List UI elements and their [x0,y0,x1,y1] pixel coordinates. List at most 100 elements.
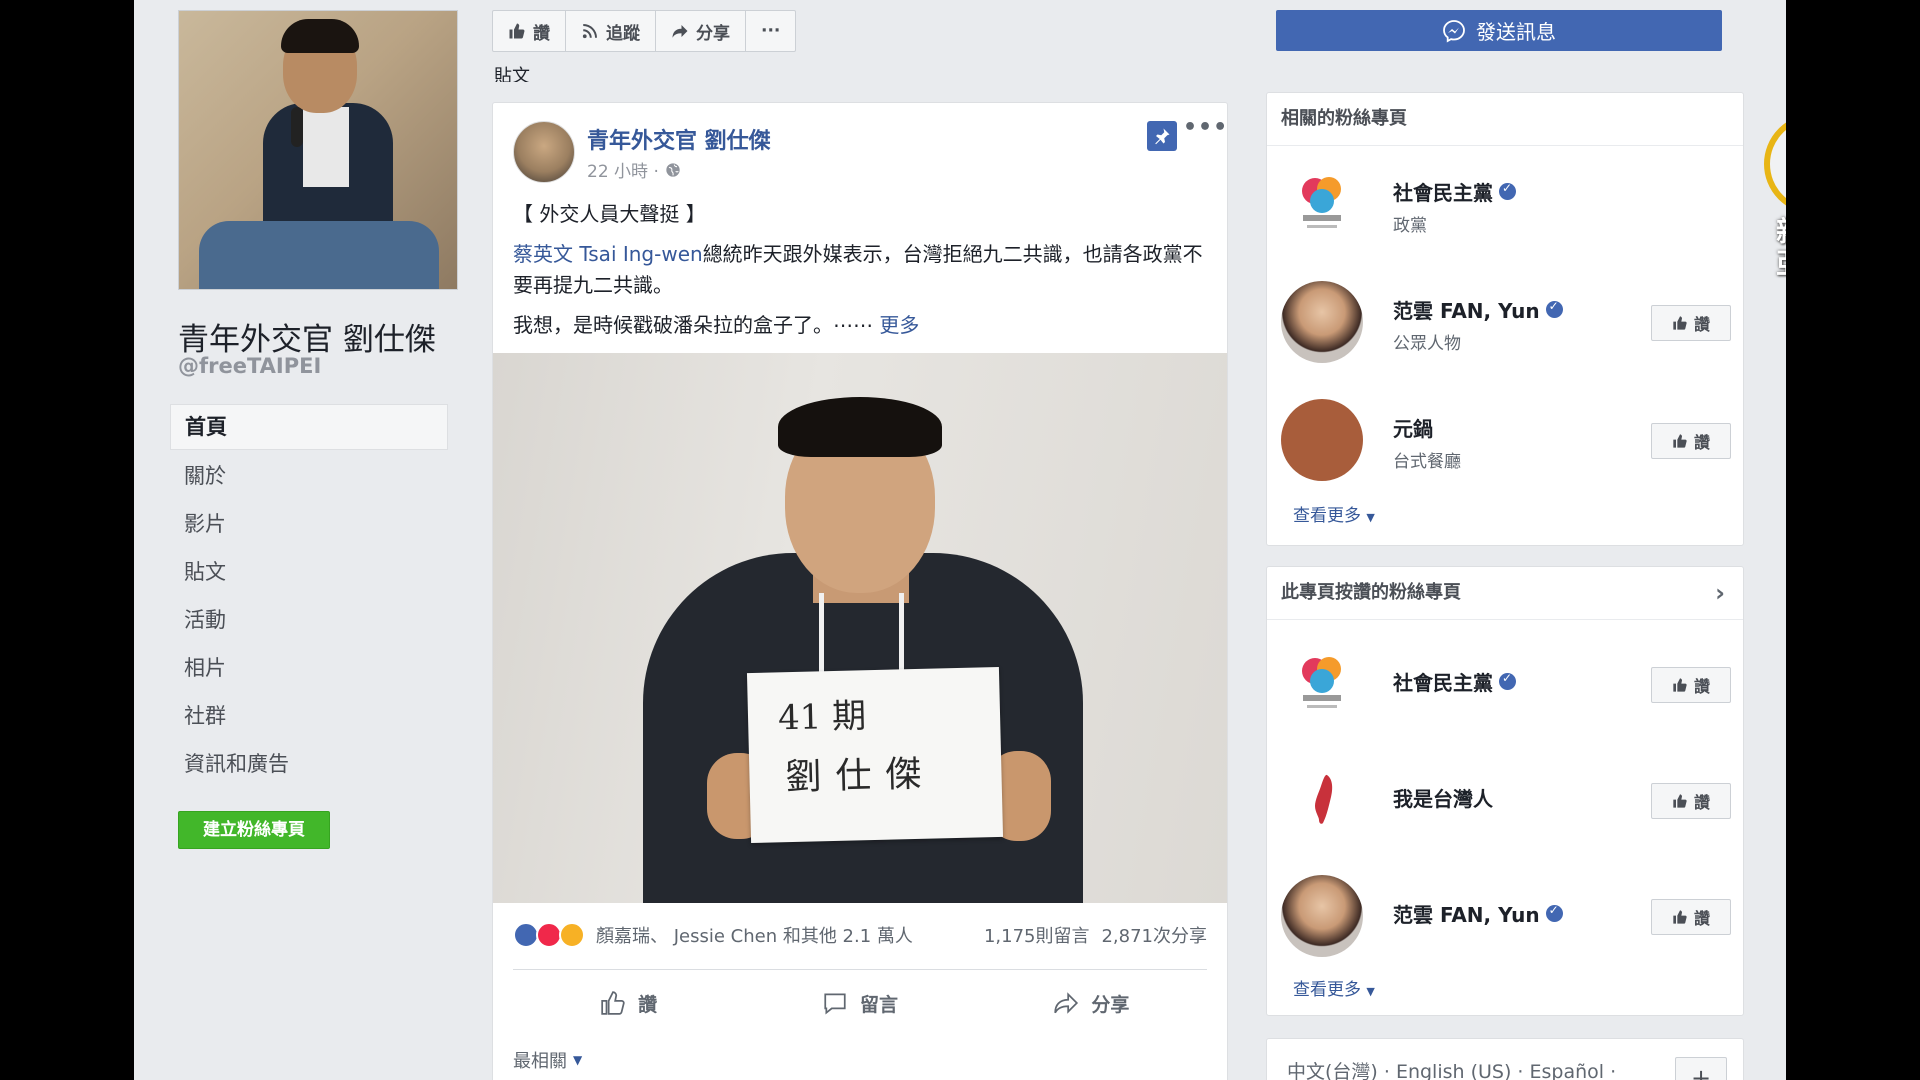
like-label: 讚 [1693,793,1710,812]
verified-badge-icon [1545,903,1563,922]
post-timestamp[interactable]: 22 小時 · [587,157,681,182]
reactions-text[interactable]: 顏嘉瑞、 Jessie Chen 和其他 2.1 萬人 [596,922,913,948]
comments-count[interactable]: 1,175則留言 [984,922,1090,948]
share-arrow-icon [672,25,688,38]
page-name[interactable]: 社會民主黨 [1393,667,1516,696]
liked-pages-card: 此專頁按讚的粉絲專頁 › 社會民主黨 讚 我是台灣人 讚 [1266,566,1744,1016]
like-page-button[interactable]: 讚 [1651,783,1731,819]
messenger-icon [1443,19,1465,43]
like-label: 讚 [1693,315,1710,334]
post-action-bar: 讚 留言 分享 [513,973,1207,1033]
nav-item-posts[interactable]: 貼文 [170,550,448,594]
see-more-related-link[interactable]: 查看更多 ▼ [1293,501,1375,526]
share-outline-icon [1054,992,1079,1014]
related-pages-card: 相關的粉絲專頁 社會民主黨 政黨 范雲 FAN, Yun 公眾人物 讚 元鍋 台… [1266,92,1744,546]
thumbs-up-icon [1673,434,1687,448]
post-share-label: 分享 [1091,993,1130,1016]
page-handle[interactable]: @freeTAIPEI [178,354,321,378]
add-language-button[interactable]: + [1675,1057,1727,1080]
like-page-button[interactable]: 讚 [1651,423,1731,459]
page-category: 台式餐廳 [1393,452,1461,472]
caret-down-icon: ▼ [1366,985,1375,998]
nav-item-videos[interactable]: 影片 [170,502,448,546]
post-stats: 1,175則留言 2,871次分享 [984,922,1207,948]
more-options-button[interactable]: ··· [746,11,795,51]
tagged-person-link[interactable]: 蔡英文 Tsai Ing-wen [513,242,703,266]
send-message-button[interactable]: 發送訊息 [1276,10,1722,51]
see-more-liked-link[interactable]: 查看更多 ▼ [1293,975,1375,1000]
reactions-summary: 顏嘉瑞、 Jessie Chen 和其他 2.1 萬人 1,175則留言 2,8… [513,915,1207,955]
chevron-right-icon: › [1715,579,1725,607]
page-name[interactable]: 社會民主黨 [1393,177,1516,206]
like-page-button[interactable]: 讚 [1651,899,1731,935]
photo-hoodie-string-left [819,593,824,683]
nav-item-events[interactable]: 活動 [170,598,448,642]
page-thumbnail-fanyun[interactable] [1281,281,1363,363]
page-name[interactable]: 元鍋 [1393,413,1433,442]
section-label: 貼文 [494,66,530,82]
nav-item-community[interactable]: 社群 [170,694,448,738]
globe-icon [666,162,680,177]
page-name[interactable]: 青年外交官 劉仕傑 [178,314,436,359]
nav-item-home[interactable]: 首頁 [170,404,448,450]
post-like-button[interactable]: 讚 [513,973,744,1033]
comment-sort-label: 最相關 [513,1051,567,1072]
comment-sort-select[interactable]: 最相關 ▼ [513,1047,582,1073]
verified-badge-icon [1499,181,1516,200]
watermark-line1: 新唐人 [1754,216,1786,248]
page-thumbnail-fanyun[interactable] [1281,875,1363,957]
verified-badge-icon [1545,299,1563,318]
liked-pages-title: 此專頁按讚的粉絲專頁 [1281,582,1461,603]
watermark-line2: 亞太台 [1754,248,1786,280]
page-name-text: 社會民主黨 [1393,671,1493,695]
post-share-button[interactable]: 分享 [976,973,1207,1033]
related-page-item: 范雲 FAN, Yun 公眾人物 讚 [1281,281,1731,365]
page-name-text: 社會民主黨 [1393,181,1493,205]
page-name-text: 范雲 FAN, Yun [1393,299,1540,323]
nav-item-info-ads[interactable]: 資訊和廣告 [170,742,448,786]
post-author-avatar[interactable] [513,121,575,183]
post-options-button[interactable]: ••• [1183,115,1228,140]
caret-down-icon: ▼ [573,1053,583,1067]
thumbs-up-outline-icon [601,991,625,1015]
like-page-button[interactable]: 讚 [493,11,566,51]
profile-photo[interactable] [178,10,458,290]
nav-item-about[interactable]: 關於 [170,454,448,498]
page-name[interactable]: 我是台灣人 [1393,783,1493,812]
page-thumbnail-sdp[interactable] [1281,643,1363,725]
nav-item-photos[interactable]: 相片 [170,646,448,690]
page-name[interactable]: 范雲 FAN, Yun [1393,295,1563,324]
page-name[interactable]: 范雲 FAN, Yun [1393,899,1563,928]
related-pages-title: 相關的粉絲專頁 [1267,93,1743,146]
page-thumbnail-yuanguo[interactable] [1281,399,1363,481]
wow-reaction-icon[interactable] [559,922,585,948]
see-more-link[interactable]: 更多 [879,313,919,337]
page-name-text: 范雲 FAN, Yun [1393,903,1540,927]
follow-button[interactable]: 追蹤 [566,11,656,51]
like-page-button[interactable]: 讚 [1651,667,1731,703]
verified-badge-icon [1499,671,1516,690]
shares-count[interactable]: 2,871次分享 [1101,922,1207,948]
thumbs-up-icon [1673,910,1687,924]
see-more-label: 查看更多 [1293,980,1361,1000]
liked-pages-header[interactable]: 此專頁按讚的粉絲專頁 › [1267,567,1743,620]
page-category: 政黨 [1393,216,1427,236]
pinned-post: 青年外交官 劉仕傑 22 小時 · ••• 【 外交人員大聲挺 】 蔡英文 Ts… [492,102,1228,1080]
page-thumbnail-sdp[interactable] [1281,163,1363,245]
pin-icon [1147,121,1177,151]
post-photo[interactable]: 41 期 劉仕傑 [493,353,1227,903]
create-page-button[interactable]: 建立粉絲專頁 [178,811,330,849]
post-comment-button[interactable]: 留言 [744,973,975,1033]
watermark-text: 新唐人 亞太台 [1754,216,1786,280]
liked-page-item: 范雲 FAN, Yun 讚 [1281,875,1731,959]
left-nav: 首頁 關於 影片 貼文 活動 相片 社群 資訊和廣告 [170,404,448,790]
like-label: 讚 [1693,909,1710,928]
like-page-button[interactable]: 讚 [1651,305,1731,341]
post-author-name[interactable]: 青年外交官 劉仕傑 [587,123,771,155]
language-links[interactable]: 中文(台灣) · English (US) · Español · [1287,1057,1616,1080]
page-thumbnail-taiwan[interactable] [1281,759,1363,841]
rss-icon [582,24,597,39]
post-like-label: 讚 [638,993,658,1016]
share-page-button[interactable]: 分享 [656,11,746,51]
follow-label: 追蹤 [606,23,640,44]
